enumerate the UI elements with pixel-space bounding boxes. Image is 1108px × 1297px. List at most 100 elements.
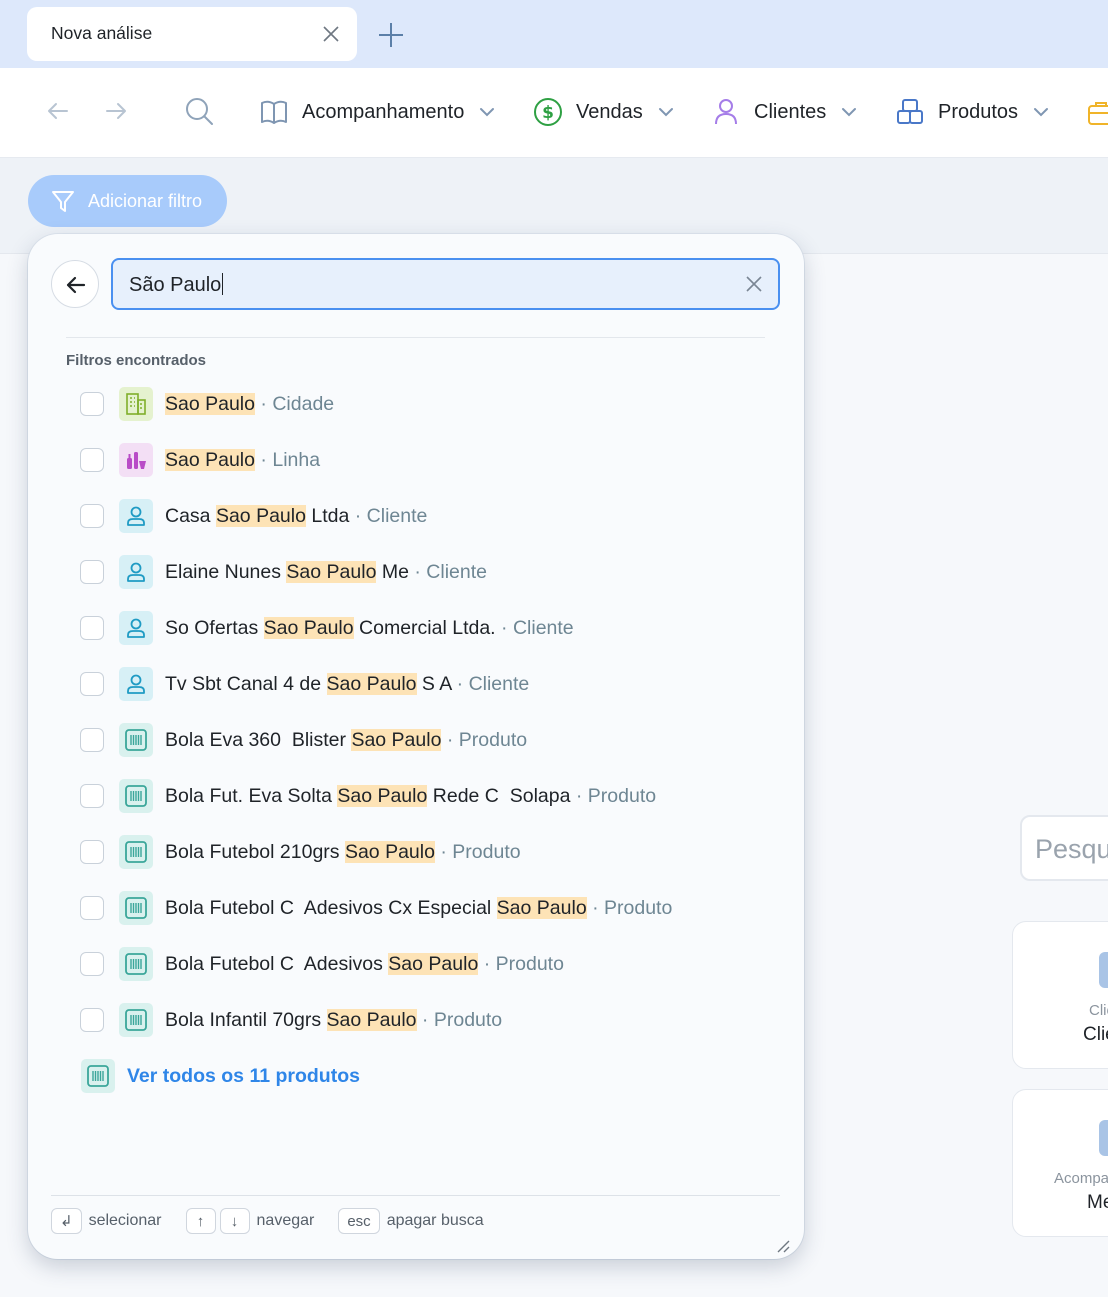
close-icon[interactable] — [321, 24, 341, 44]
nav-produtos[interactable]: Produtos — [894, 94, 1050, 130]
arrow-right-icon[interactable] — [103, 98, 129, 124]
result-row[interactable]: Bola Futebol C Adesivos Cx Especial Sao … — [80, 888, 770, 928]
result-label: Bola Infantil 70grs Sao Paulo · Produto — [165, 1008, 502, 1032]
result-type: Produto — [604, 896, 673, 919]
card-icon — [1099, 1120, 1108, 1156]
result-type: Produto — [587, 784, 657, 807]
filter-search-input[interactable]: São Paulo — [111, 258, 780, 310]
result-match-highlight: Sao Paulo — [351, 728, 442, 751]
result-checkbox[interactable] — [80, 1008, 104, 1032]
result-checkbox[interactable] — [80, 504, 104, 528]
boxes-icon — [897, 99, 923, 124]
tab-nova-analise[interactable]: Nova análise — [27, 7, 357, 61]
barcode-icon — [119, 947, 153, 981]
back-button[interactable] — [51, 260, 99, 308]
result-checkbox[interactable] — [80, 560, 104, 584]
result-prefix: Tv Sbt Canal 4 de — [165, 672, 327, 695]
results-section-title: Filtros encontrados — [66, 352, 207, 369]
result-suffix: Rede C Solapa — [427, 784, 571, 807]
result-checkbox[interactable] — [80, 672, 104, 696]
nav-vendas[interactable]: $ Vendas — [532, 94, 675, 130]
keyboard-hints: ↲ selecionar ↑ ↓ navegar esc apagar busc… — [51, 1208, 508, 1234]
result-row[interactable]: So Ofertas Sao Paulo Comercial Ltda. · C… — [80, 608, 770, 648]
result-row[interactable]: Bola Futebol 210grs Sao Paulo · Produto — [80, 832, 770, 872]
resize-handle-icon[interactable] — [774, 1237, 790, 1253]
bottles-icon — [119, 443, 153, 477]
result-checkbox[interactable] — [80, 784, 104, 808]
result-type: Linha — [272, 448, 321, 471]
result-checkbox[interactable] — [80, 616, 104, 640]
nav-acompanhamento[interactable]: Acompanhamento — [258, 94, 496, 130]
result-row[interactable]: Sao Paulo · Linha — [80, 440, 770, 480]
add-filter-button[interactable]: Adicionar filtro — [28, 175, 227, 227]
barcode-icon — [119, 723, 153, 757]
result-checkbox[interactable] — [80, 952, 104, 976]
arrow-left-icon[interactable] — [45, 98, 71, 124]
search-icon[interactable] — [184, 96, 214, 126]
result-match-highlight: Sao Paulo — [326, 1008, 417, 1031]
result-checkbox[interactable] — [80, 728, 104, 752]
add-filter-label: Adicionar filtro — [88, 190, 203, 211]
user-icon — [715, 99, 737, 125]
result-type: Produto — [452, 840, 521, 863]
result-type: Cidade — [272, 392, 335, 415]
nav-bar: Acompanhamento $ Vendas Clientes Produto… — [0, 68, 1108, 158]
plus-icon[interactable] — [376, 20, 406, 50]
chevron-down-icon — [842, 108, 857, 117]
result-row[interactable]: Bola Eva 360 Blister Sao Paulo · Produto — [80, 720, 770, 760]
result-row[interactable]: Bola Infantil 70grs Sao Paulo · Produto — [80, 1000, 770, 1040]
result-checkbox[interactable] — [80, 896, 104, 920]
result-row[interactable]: Sao Paulo · Cidade — [80, 384, 770, 424]
result-checkbox[interactable] — [80, 840, 104, 864]
result-type-separator: · — [495, 616, 513, 639]
result-label: Bola Futebol C Adesivos Cx Especial Sao … — [165, 896, 673, 920]
result-match-highlight: Sao Paulo — [496, 896, 587, 919]
result-prefix: Elaine Nunes — [165, 560, 287, 583]
result-prefix: Bola Futebol C Adesivos — [165, 952, 389, 975]
barcode-icon — [119, 835, 153, 869]
book-open-icon — [261, 100, 287, 124]
dollar-circle-icon: $ — [534, 98, 562, 126]
card-value: Clie — [1083, 1024, 1108, 1045]
barcode-icon — [119, 1003, 153, 1037]
result-row[interactable]: Elaine Nunes Sao Paulo Me · Cliente — [80, 552, 770, 592]
result-label: Bola Eva 360 Blister Sao Paulo · Produto — [165, 728, 528, 752]
user-icon — [119, 667, 153, 701]
background-search-placeholder: Pesqu — [1035, 834, 1108, 864]
background-card-clientes[interactable]: Clie Clie — [1012, 921, 1108, 1069]
result-checkbox[interactable] — [80, 448, 104, 472]
result-row[interactable]: Bola Fut. Eva Solta Sao Paulo Rede C Sol… — [80, 776, 770, 816]
result-prefix: Bola Eva 360 Blister — [165, 728, 352, 751]
result-match-highlight: Sao Paulo — [344, 840, 435, 863]
result-type-separator: · — [451, 672, 469, 695]
result-prefix: Casa — [165, 504, 216, 527]
result-match-highlight: Sao Paulo — [326, 672, 417, 695]
chevron-down-icon — [1034, 108, 1049, 117]
footer-divider — [51, 1195, 780, 1196]
result-type-separator: · — [570, 784, 588, 807]
briefcase-icon[interactable] — [1087, 98, 1108, 126]
result-label: Casa Sao Paulo Ltda · Cliente — [165, 504, 427, 528]
clear-icon[interactable] — [744, 274, 764, 294]
result-type-separator: · — [349, 504, 367, 527]
arrow-left-icon — [66, 276, 86, 294]
result-type: Produto — [458, 728, 528, 751]
card-label: Clie — [1089, 1002, 1108, 1019]
result-match-highlight: Sao Paulo — [165, 392, 255, 415]
nav-clientes[interactable]: Clientes — [710, 94, 858, 130]
down-key-hint: ↓ — [219, 1208, 250, 1234]
result-row[interactable]: Bola Futebol C Adesivos Sao Paulo · Prod… — [80, 944, 770, 984]
result-match-highlight: Sao Paulo — [337, 784, 428, 807]
result-prefix: Bola Infantil 70grs — [165, 1008, 327, 1031]
see-all-products-link[interactable]: Ver todos os 11 produtos — [81, 1059, 360, 1093]
result-match-highlight: Sao Paulo — [165, 448, 255, 471]
result-label: So Ofertas Sao Paulo Comercial Ltda. · C… — [165, 616, 574, 640]
result-row[interactable]: Casa Sao Paulo Ltda · Cliente — [80, 496, 770, 536]
result-label: Elaine Nunes Sao Paulo Me · Cliente — [165, 560, 487, 584]
background-card-acompanhamento[interactable]: Acompa Me — [1012, 1089, 1108, 1237]
result-suffix: S A — [416, 672, 452, 695]
background-search-input[interactable]: Pesqu — [1020, 815, 1108, 881]
result-prefix: Bola Futebol C Adesivos Cx Especial — [165, 896, 497, 919]
result-row[interactable]: Tv Sbt Canal 4 de Sao Paulo S A · Client… — [80, 664, 770, 704]
result-checkbox[interactable] — [80, 392, 104, 416]
